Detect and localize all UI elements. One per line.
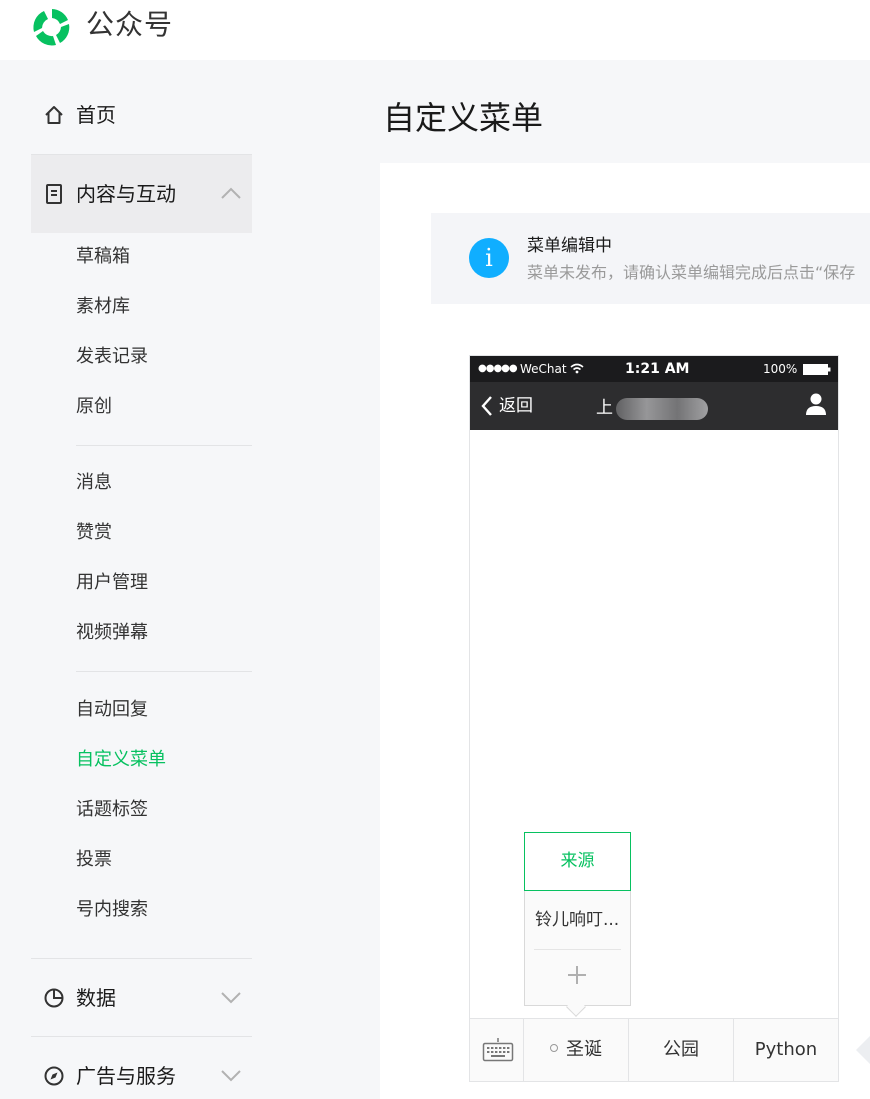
info-icon: i <box>469 238 509 278</box>
blurred-account-name <box>616 398 708 420</box>
person-icon[interactable] <box>805 392 827 416</box>
menu-item-label: Python <box>754 1039 818 1060</box>
menu-item-park[interactable]: 公园 <box>629 1019 734 1081</box>
submenu-popup: 来源 铃儿响叮... <box>524 832 631 1006</box>
menu-item-python[interactable]: Python <box>734 1019 838 1081</box>
sidebar-item-home[interactable]: 首页 <box>31 76 252 154</box>
add-icon[interactable] <box>565 963 589 987</box>
notice-title: 菜单编辑中 <box>527 236 612 256</box>
keyboard-toggle[interactable] <box>470 1019 524 1081</box>
document-icon <box>46 184 62 204</box>
menu-item-label: 公园 <box>663 1039 699 1060</box>
sidebar-subdivider <box>76 671 252 672</box>
sidebar-subitem-topic-tags[interactable]: 话题标签 <box>76 797 148 823</box>
status-time: 1:21 AM <box>625 361 690 377</box>
home-icon <box>45 106 63 124</box>
sidebar-item-label: 数据 <box>76 986 116 1010</box>
sidebar-item-label: 广告与服务 <box>76 1064 176 1088</box>
menu-item-christmas[interactable]: 圣诞 <box>524 1019 629 1081</box>
sidebar-subitem-in-account-search[interactable]: 号内搜索 <box>76 897 148 923</box>
keyboard-icon <box>482 1038 514 1062</box>
sidebar-subdivider <box>76 445 252 446</box>
signal-indicator: ●●●●● <box>478 363 518 374</box>
phone-nav-bar: 返回 上 <box>470 382 838 430</box>
battery-icon <box>803 364 831 375</box>
editor-pointer <box>856 1036 870 1064</box>
top-bar: 公众号 <box>0 0 870 60</box>
sidebar-subitem-original[interactable]: 原创 <box>76 394 112 420</box>
carrier-label: WeChat <box>520 362 567 376</box>
submenu-item[interactable]: 铃儿响叮... <box>535 907 619 933</box>
account-name: 上 <box>596 398 613 418</box>
sidebar-subitem-materials[interactable]: 素材库 <box>76 294 130 320</box>
sidebar-subitem-video-danmaku[interactable]: 视频弹幕 <box>76 620 148 646</box>
submenu-dot-icon <box>550 1044 558 1052</box>
back-label[interactable]: 返回 <box>499 393 533 419</box>
chevron-up-icon[interactable] <box>220 185 242 201</box>
wechat-official-logo-icon[interactable] <box>30 6 74 48</box>
chevron-down-icon[interactable] <box>220 1067 242 1083</box>
notice-description: 菜单未发布，请确认菜单编辑完成后点击“保存 <box>527 263 856 282</box>
sidebar-subitem-publish-records[interactable]: 发表记录 <box>76 344 148 370</box>
sidebar-subitem-user-management[interactable]: 用户管理 <box>76 570 148 596</box>
editing-notice: i 菜单编辑中 菜单未发布，请确认菜单编辑完成后点击“保存 <box>431 213 870 304</box>
sidebar-subitem-drafts[interactable]: 草稿箱 <box>76 244 130 270</box>
sidebar-subitem-vote[interactable]: 投票 <box>76 847 112 873</box>
sidebar-subitem-auto-reply[interactable]: 自动回复 <box>76 697 148 723</box>
sidebar-item-content-interaction[interactable]: 内容与互动 <box>31 155 252 233</box>
submenu-separator <box>534 949 621 950</box>
sidebar-subitem-appreciation[interactable]: 赞赏 <box>76 520 112 546</box>
wifi-icon <box>570 363 584 374</box>
back-arrow-icon[interactable] <box>480 395 494 417</box>
submenu-item-active[interactable]: 来源 <box>524 832 631 891</box>
phone-status-bar: ●●●●● WeChat 1:21 AM 100% <box>470 356 838 382</box>
sidebar-item-data[interactable]: 数据 <box>31 959 252 1037</box>
sidebar-item-label: 内容与互动 <box>76 182 176 206</box>
sidebar-subitem-custom-menu[interactable]: 自定义菜单 <box>76 747 166 773</box>
custom-menu-bar: 圣诞 公园 Python <box>470 1018 838 1081</box>
chevron-down-icon[interactable] <box>220 989 242 1005</box>
pie-chart-icon <box>44 988 64 1008</box>
sidebar-item-label: 首页 <box>76 103 116 127</box>
compass-icon <box>44 1066 64 1086</box>
page-title: 自定义菜单 <box>383 99 544 137</box>
battery-percentage: 100% <box>763 362 798 376</box>
sidebar-subitem-messages[interactable]: 消息 <box>76 470 112 496</box>
sidebar-item-ads-services[interactable]: 广告与服务 <box>31 1037 252 1099</box>
app-title: 公众号 <box>86 8 174 41</box>
menu-item-label: 圣诞 <box>566 1039 602 1060</box>
